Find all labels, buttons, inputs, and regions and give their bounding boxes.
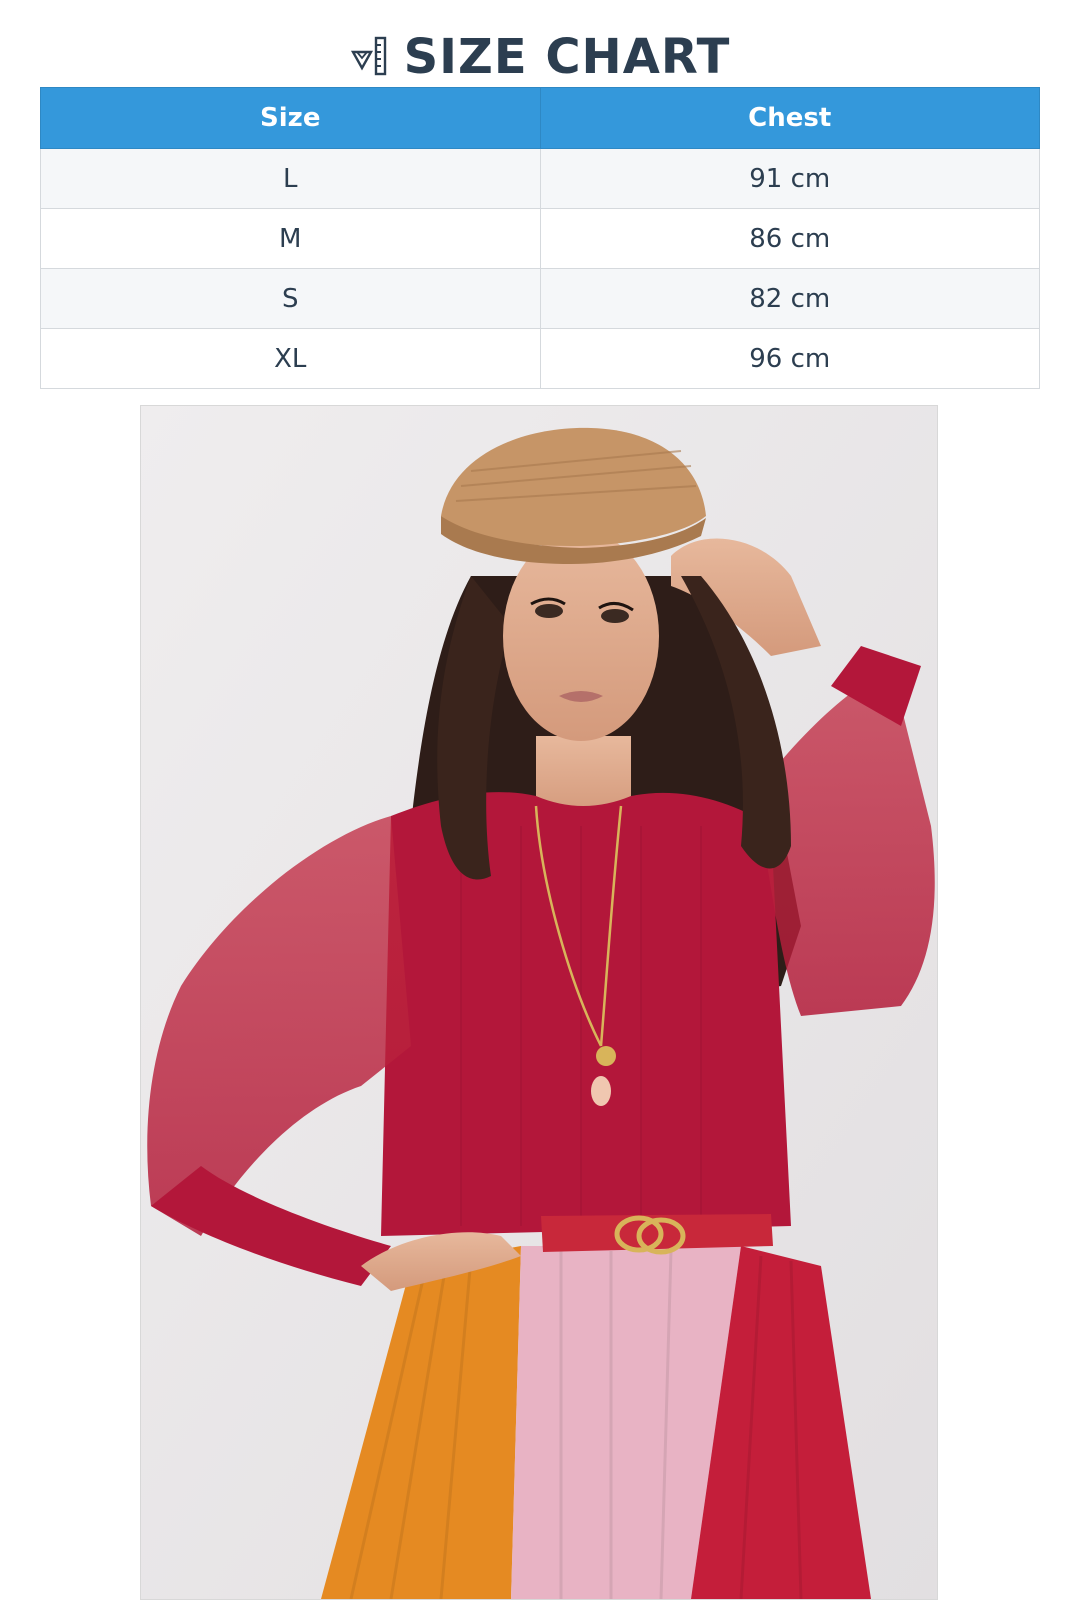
- table-row: S 82 cm: [40, 268, 1040, 329]
- column-header-size: Size: [40, 87, 541, 149]
- chest-cell: 82 cm: [539, 268, 1040, 329]
- page-title: SIZE CHART: [403, 29, 731, 85]
- size-chart-heading: SIZE CHART: [0, 22, 1080, 92]
- table-header-row: Size Chest: [40, 87, 1040, 149]
- chest-cell: 91 cm: [539, 148, 1040, 209]
- product-photo: [140, 405, 938, 1600]
- size-cell: S: [40, 268, 541, 329]
- size-table: Size Chest L 91 cm M 86 cm S 82 cm XL 96…: [40, 87, 1040, 389]
- chest-cell: 96 cm: [539, 328, 1040, 389]
- chest-cell: 86 cm: [539, 208, 1040, 269]
- model-illustration: [141, 406, 937, 1599]
- column-header-chest: Chest: [539, 87, 1040, 149]
- table-row: L 91 cm: [40, 148, 1040, 209]
- size-cell: M: [40, 208, 541, 269]
- table-row: XL 96 cm: [40, 328, 1040, 389]
- ruler-icon: [350, 34, 390, 80]
- size-cell: L: [40, 148, 541, 209]
- size-cell: XL: [40, 328, 541, 389]
- table-row: M 86 cm: [40, 208, 1040, 269]
